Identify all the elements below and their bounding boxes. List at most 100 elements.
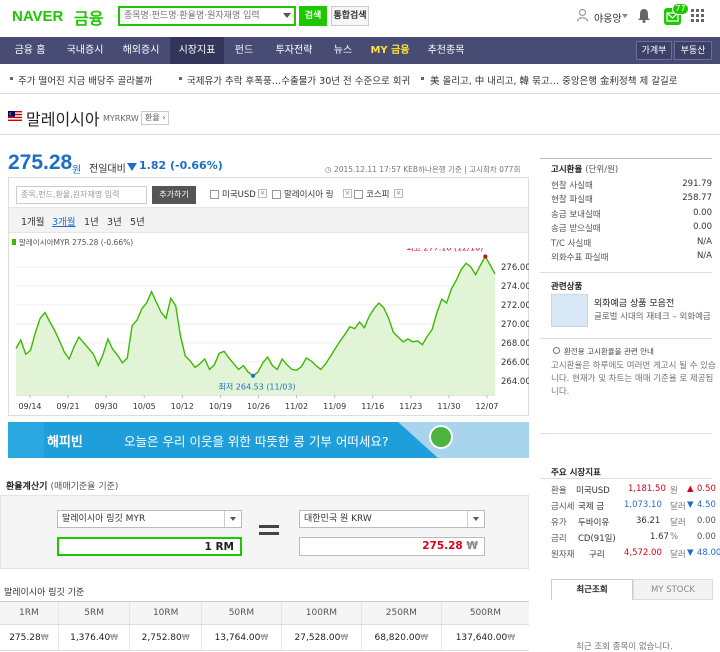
from-currency-select[interactable]: 말레이시아 링깃 MYR xyxy=(57,510,242,528)
down-triangle-icon: ▼ xyxy=(687,548,694,558)
down-triangle-icon: ▼ xyxy=(687,500,694,510)
ticker-item[interactable]: 주가 떨어진 지금 배당주 골라볼까 xyxy=(18,73,152,87)
tab-recent[interactable]: 최근조회 xyxy=(551,579,633,600)
tab-my-stock[interactable]: MY STOCK xyxy=(633,579,713,600)
related-ad-title[interactable]: 외화예금 상품 모음전 xyxy=(594,296,674,309)
rate-header: 50RM xyxy=(200,601,282,625)
x-tick-label: 09/21 xyxy=(57,402,80,411)
nav-recommend[interactable]: 추천종목 xyxy=(418,37,474,64)
nav-real-estate[interactable]: 부동산 xyxy=(674,41,712,60)
notice-rate-label: 송금 보내실때 xyxy=(551,210,601,220)
from-amount-unit: RM xyxy=(215,541,234,553)
market-change: 0.50 xyxy=(697,484,716,494)
remove-compare-icon[interactable]: × xyxy=(343,189,352,198)
nav-fund[interactable]: 펀드 xyxy=(226,37,262,64)
market-change: 48.00 xyxy=(697,548,720,558)
price-unit: 원 xyxy=(72,165,82,176)
rate-header: 250RM xyxy=(360,601,442,625)
nav-strategy[interactable]: 투자전략 xyxy=(266,37,322,64)
ticker-item[interactable]: 美 올리고, 中 내리고, 韓 묶고… 중앙은행 金利정책 제 갈길로 xyxy=(430,73,678,87)
notice-rate-value: 0.00 xyxy=(693,222,712,232)
y-tick-label: 270.00 xyxy=(501,320,529,330)
total-search-button[interactable]: 통합검색 xyxy=(331,6,369,26)
to-amount-input[interactable]: 275.28 ₩ xyxy=(299,537,485,556)
banner-text: 오늘은 우리 이웃을 위한 따뜻한 콩 기부 어떠세요? xyxy=(124,434,389,449)
y-tick-label: 274.00 xyxy=(501,282,529,292)
won-unit: ₩ xyxy=(181,632,190,642)
market-change: 0.00 xyxy=(697,532,716,542)
market-change: 0.00 xyxy=(697,516,716,526)
compare-search-input[interactable]: 종목,펀드,환율,원자재명 입력 xyxy=(16,186,147,204)
compare-label-kospi: 코스피 xyxy=(366,190,390,200)
rate-header: 100RM xyxy=(280,601,362,625)
naver-logo[interactable]: NAVER xyxy=(12,8,63,25)
market-category: 금시세 xyxy=(551,502,575,512)
remove-compare-icon[interactable]: × xyxy=(394,189,403,198)
y-tick-label: 266.00 xyxy=(501,358,529,368)
y-tick-label: 268.00 xyxy=(501,339,529,349)
compare-checkbox-kospi[interactable] xyxy=(354,190,363,199)
finance-logo[interactable]: 금융 xyxy=(74,5,103,29)
x-tick-label: 11/23 xyxy=(399,402,422,411)
notice-rate-label: 현찰 파실때 xyxy=(551,195,593,205)
nav-home[interactable]: 금융 홈 xyxy=(6,37,54,64)
equals-icon xyxy=(259,525,279,528)
menu-grid-icon[interactable] xyxy=(691,9,704,22)
compare-add-button[interactable]: 추가하기 xyxy=(152,186,196,204)
notice-rate-value: 0.00 xyxy=(693,208,712,218)
bell-icon[interactable] xyxy=(637,8,651,23)
rate-cell: 2,752.80₩ xyxy=(129,624,202,651)
nav-world[interactable]: 해외증시 xyxy=(114,37,168,64)
search-input[interactable] xyxy=(120,8,280,24)
period-3m[interactable]: 3개월 xyxy=(52,214,76,228)
notice-rate-row: T/C 사실때 N/A xyxy=(551,237,712,249)
news-ticker: 주가 떨어진 지금 배당주 골라볼까 국제유가 추락 후폭풍…수출물가 30년 … xyxy=(0,64,720,94)
x-tick-label: 10/26 xyxy=(247,402,270,411)
from-amount-input[interactable]: 1 RM xyxy=(57,537,242,556)
period-1y[interactable]: 1년 xyxy=(84,214,99,228)
search-button[interactable]: 검색 xyxy=(299,6,327,26)
period-1m[interactable]: 1개월 xyxy=(21,214,45,228)
compare-checkbox-myr[interactable] xyxy=(272,190,281,199)
rate-cell: 1,376.40₩ xyxy=(57,624,130,651)
deposit-product-thumbnail[interactable] xyxy=(551,294,588,327)
rate-table-title: 말레이시아 링깃 기준 xyxy=(4,588,85,598)
up-triangle-icon: ▲ xyxy=(687,484,694,494)
chevron-down-icon xyxy=(473,517,479,521)
nav-market-index[interactable]: 시장지표 xyxy=(170,37,224,64)
exchange-rate-chart[interactable]: 264.00 266.00 268.00 270.00 272.00 274.00 276.… xyxy=(8,248,529,416)
select-divider xyxy=(224,511,225,527)
ticker-item[interactable]: 국제유가 추락 후폭풍…수출물가 30년 전 수준으로 회귀 xyxy=(187,73,410,87)
remove-compare-icon[interactable]: × xyxy=(258,189,267,198)
user-icon[interactable] xyxy=(577,9,588,22)
period-5y[interactable]: 5년 xyxy=(130,214,145,228)
rate-cell: 137,640.00₩ xyxy=(440,624,529,651)
period-3y[interactable]: 3년 xyxy=(107,214,122,228)
compare-label-myr: 말레이시아 링 xyxy=(284,190,334,200)
notice-rates-title: 고시환율 (단위/원) xyxy=(551,163,618,175)
related-ad-subtitle[interactable]: 글로벌 시대의 재테크 – 외화예금 xyxy=(594,310,711,322)
market-change: 4.50 xyxy=(697,500,716,510)
ticker-bullet xyxy=(10,77,13,80)
nav-my-finance[interactable]: MY 금융 xyxy=(364,37,416,64)
notice-rate-value: N/A xyxy=(696,251,712,261)
user-name[interactable]: 야옹앙 xyxy=(594,10,622,25)
nav-domestic[interactable]: 국내증시 xyxy=(58,37,112,64)
clock-icon: ◷ xyxy=(325,165,332,174)
to-currency-select[interactable]: 대한민국 원 KRW xyxy=(299,510,485,528)
nav-household[interactable]: 가계부 xyxy=(636,41,672,60)
x-tick-label: 11/30 xyxy=(437,402,460,411)
market-category: 유가 xyxy=(551,518,567,528)
search-dropdown-icon[interactable] xyxy=(283,13,291,18)
nav-news[interactable]: 뉴스 xyxy=(324,37,362,64)
exchange-tag-button[interactable]: 환율 › xyxy=(141,111,170,125)
banner-brand: 해피빈 xyxy=(47,435,83,450)
section-divider xyxy=(540,338,712,339)
market-unit: % xyxy=(670,532,679,542)
compare-checkbox-usd[interactable] xyxy=(210,190,219,199)
user-menu-caret-icon[interactable] xyxy=(622,14,628,18)
market-unit: 원 xyxy=(670,486,678,496)
y-tick-label: 276.00 xyxy=(501,263,529,273)
exchange-tag-label: 환율 xyxy=(145,113,160,122)
x-tick-label: 11/02 xyxy=(285,402,308,411)
